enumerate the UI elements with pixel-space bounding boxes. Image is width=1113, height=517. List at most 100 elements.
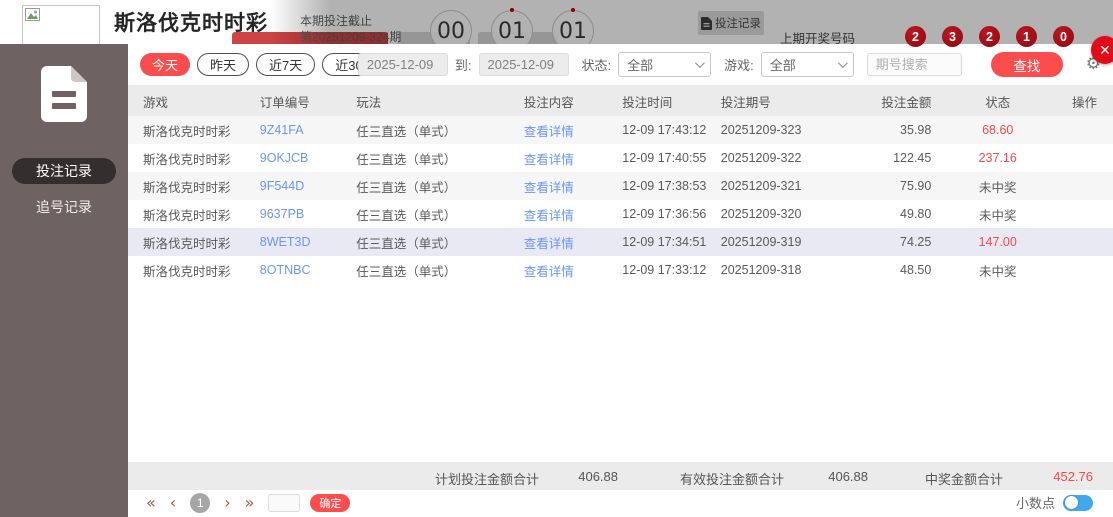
cell-status: 未中奖: [978, 180, 1017, 195]
status-select[interactable]: 全部: [618, 52, 712, 77]
prev-page-button[interactable]: ‹: [170, 494, 176, 511]
cell-order-link[interactable]: 9Z41FA: [245, 116, 341, 144]
cell-view-details-link[interactable]: 查看详情: [509, 172, 608, 200]
table-row[interactable]: 斯洛伐克时时彩 9Z41FA 任三直选（单式） 查看详情 12-09 17:43…: [128, 116, 1113, 144]
cell-view-details-link[interactable]: 查看详情: [509, 200, 608, 228]
bet-records-modal: 投注记录追号记录 今天 昨天 近7天 近30天 2025-12-09 到: 2025-…: [0, 44, 1113, 517]
cell-play-type: 任三直选（单式）: [356, 152, 457, 167]
cell-issue: 20251209-318: [720, 263, 802, 277]
cell-amount: 122.45: [893, 151, 932, 165]
table-row[interactable]: 斯洛伐克时时彩 8WET3D 任三直选（单式） 查看详情 12-09 17:34…: [128, 228, 1113, 256]
cell-bet-time: 12-09 17:40:55: [622, 151, 706, 165]
sidebar-menu: 投注记录 追号记录: [0, 158, 128, 230]
cell-game: 斯洛伐克时时彩: [143, 124, 231, 139]
cell-operations: [1056, 116, 1113, 144]
date-to-input[interactable]: 2025-12-09: [478, 53, 569, 76]
draw-number-ball: 2: [979, 26, 1000, 47]
to-label: 到:: [454, 58, 472, 73]
valid-total-label: 有效投注金额合计: [680, 472, 785, 487]
quick-filter-button[interactable]: 昨天: [197, 53, 250, 76]
column-header: 操作: [1056, 86, 1113, 116]
document-icon-large: [41, 66, 87, 127]
sidebar-item[interactable]: 投注记录: [12, 158, 116, 184]
draw-number-ball: 0: [1053, 26, 1074, 47]
filter-bar: 今天 昨天 近7天 近30天 2025-12-09 到: 2025-12-09 状态:…: [128, 44, 1113, 86]
column-header: 投注内容: [508, 86, 608, 116]
cell-order-link[interactable]: 9F544D: [245, 172, 341, 200]
modal-sidebar: 投注记录 追号记录: [0, 44, 128, 517]
close-modal-button[interactable]: ✕: [1091, 36, 1113, 64]
column-header: 状态: [939, 86, 1057, 116]
cell-status: 未中奖: [978, 264, 1017, 279]
table-row[interactable]: 斯洛伐克时时彩 8OTNBC 任三直选（单式） 查看详情 12-09 17:33…: [128, 256, 1113, 284]
current-page-indicator[interactable]: 1: [190, 492, 211, 513]
cell-operations: [1056, 256, 1113, 284]
search-button[interactable]: 查找: [990, 52, 1063, 77]
date-from-input[interactable]: 2025-12-09: [357, 53, 448, 76]
cell-view-details-link[interactable]: 查看详情: [509, 144, 608, 172]
page-jump-input[interactable]: [268, 493, 301, 512]
decimal-toggle-group: 小数点: [1016, 493, 1093, 512]
cell-view-details-link[interactable]: 查看详情: [509, 228, 608, 256]
cell-order-link[interactable]: 9OKJCB: [245, 144, 341, 172]
first-page-button[interactable]: «: [146, 494, 156, 511]
cell-play-type: 任三直选（单式）: [356, 180, 457, 195]
game-select-value: 全部: [769, 58, 796, 73]
cell-play-type: 任三直选（单式）: [356, 236, 457, 251]
cell-view-details-link[interactable]: 查看详情: [509, 116, 608, 144]
page-jump-confirm-button[interactable]: 确定: [310, 493, 351, 512]
pagination-bar: « ‹ 1 › » 确定 小数点: [128, 490, 1113, 517]
cell-amount: 49.80: [900, 207, 932, 221]
cell-game: 斯洛伐克时时彩: [143, 152, 231, 167]
cell-operations: [1056, 200, 1113, 228]
cell-bet-time: 12-09 17:33:12: [622, 263, 706, 277]
game-select[interactable]: 全部: [760, 52, 854, 77]
win-total-label: 中奖金额合计: [925, 472, 1004, 487]
cell-game: 斯洛伐克时时彩: [143, 208, 231, 223]
last-page-button[interactable]: »: [245, 494, 255, 511]
cell-game: 斯洛伐克时时彩: [143, 264, 231, 279]
column-header: 投注金额: [847, 86, 940, 116]
game-label: 游戏:: [724, 58, 754, 73]
cell-amount: 75.90: [900, 179, 932, 193]
quick-filter-button[interactable]: 近7天: [256, 53, 316, 76]
issue-search-input[interactable]: [866, 53, 962, 76]
quick-date-buttons: 今天 昨天 近7天 近30天: [140, 53, 389, 76]
next-page-button[interactable]: ›: [224, 494, 230, 511]
cell-issue: 20251209-322: [720, 151, 802, 165]
sidebar-item[interactable]: 追号记录: [12, 194, 116, 220]
table-row[interactable]: 斯洛伐克时时彩 9OKJCB 任三直选（单式） 查看详情 12-09 17:40…: [128, 144, 1113, 172]
cell-issue: 20251209-323: [720, 123, 802, 137]
cell-play-type: 任三直选（单式）: [356, 208, 457, 223]
cell-amount: 35.98: [900, 123, 932, 137]
chevron-down-icon: [695, 58, 705, 69]
cell-order-link[interactable]: 8OTNBC: [245, 256, 341, 284]
cell-status: 237.16: [978, 151, 1017, 165]
table-row[interactable]: 斯洛伐克时时彩 9637PB 任三直选（单式） 查看详情 12-09 17:36…: [128, 200, 1113, 228]
cell-amount: 48.50: [900, 263, 932, 277]
cell-order-link[interactable]: 8WET3D: [245, 228, 341, 256]
bet-records-table: 游戏 订单编号 玩法 投注内容 投注时间 投注期号 投注金额 状态 操作 斯洛伐克时时彩 9Z4…: [128, 86, 1113, 284]
status-select-value: 全部: [627, 58, 654, 73]
cell-amount: 74.25: [900, 235, 932, 249]
decimal-toggle[interactable]: [1063, 494, 1093, 511]
cell-play-type: 任三直选（单式）: [356, 124, 457, 139]
cell-game: 斯洛伐克时时彩: [143, 236, 231, 251]
cell-view-details-link[interactable]: 查看详情: [509, 256, 608, 284]
table-row[interactable]: 斯洛伐克时时彩 9F544D 任三直选（单式） 查看详情 12-09 17:38…: [128, 172, 1113, 200]
cell-issue: 20251209-321: [720, 179, 802, 193]
planned-total-value: 406.88: [578, 469, 618, 484]
quick-filter-button[interactable]: 今天: [140, 53, 191, 76]
cell-issue: 20251209-320: [720, 207, 802, 221]
draw-number-ball: 2: [905, 26, 926, 47]
cell-bet-time: 12-09 17:34:51: [622, 235, 706, 249]
cell-operations: [1056, 172, 1113, 200]
column-header: 投注时间: [607, 86, 706, 116]
cell-game: 斯洛伐克时时彩: [143, 180, 231, 195]
valid-total-value: 406.88: [828, 469, 868, 484]
cell-operations: [1056, 228, 1113, 256]
cell-order-link[interactable]: 9637PB: [245, 200, 341, 228]
cell-bet-time: 12-09 17:43:12: [622, 123, 706, 137]
column-header: 投注期号: [705, 86, 848, 116]
summary-bar: 计划投注金额合计 406.88 有效投注金额合计 406.88 中奖金额合计 4…: [128, 462, 1113, 490]
